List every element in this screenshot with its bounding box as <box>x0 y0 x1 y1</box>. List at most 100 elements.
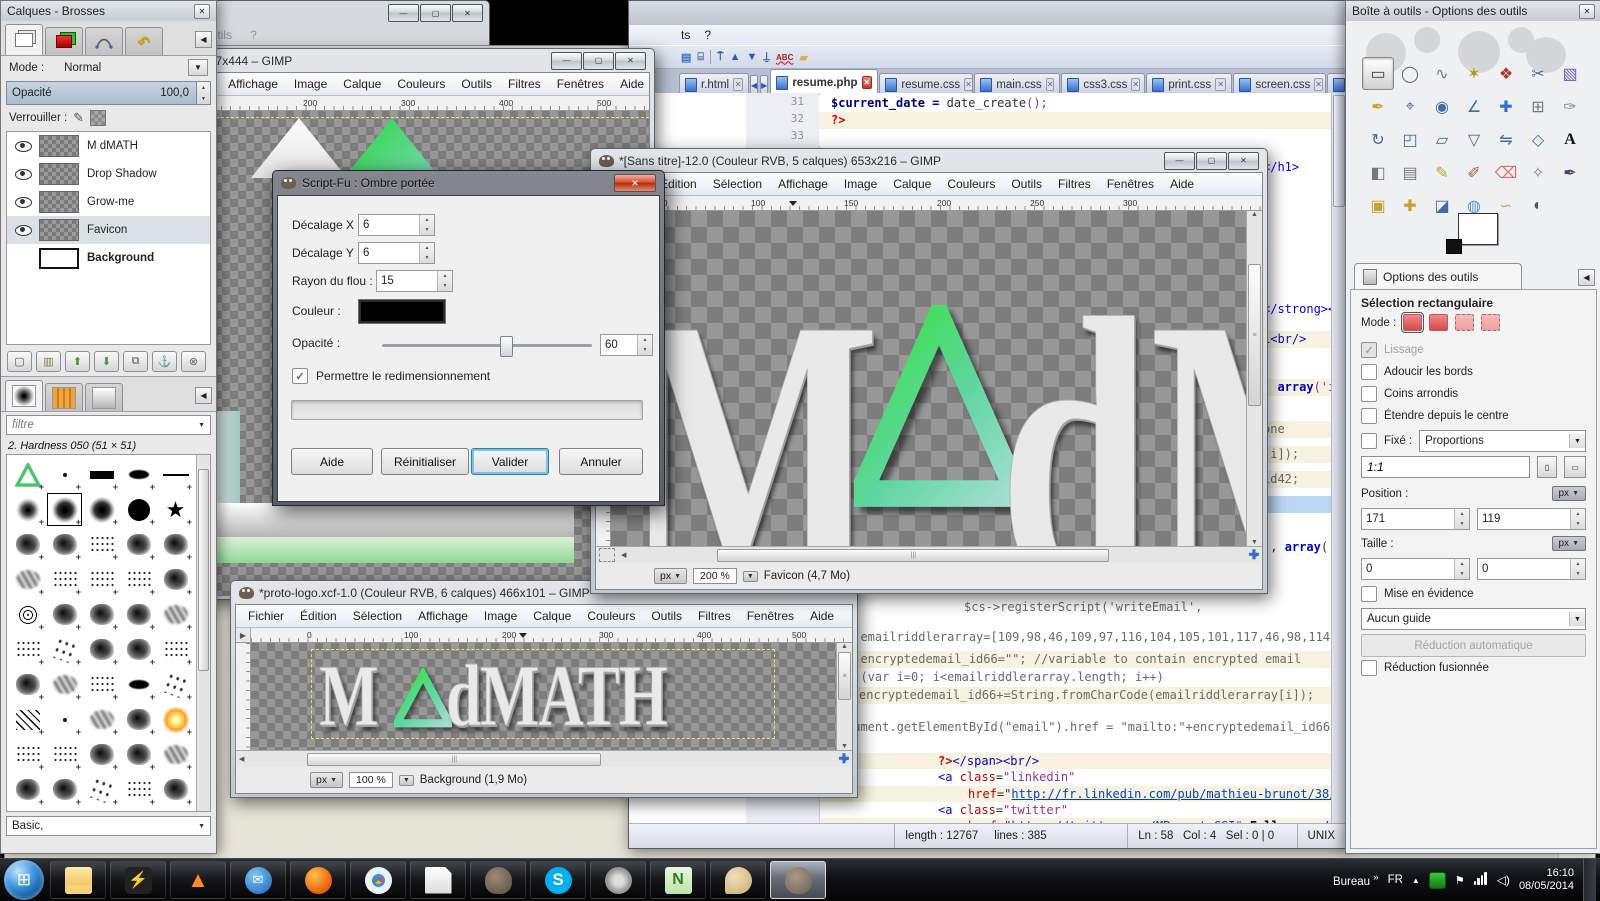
brush-smear-31[interactable] <box>46 667 83 702</box>
sans-titre-menu-image[interactable]: Image <box>836 175 885 193</box>
tab-main-css[interactable]: main.css✕ <box>974 73 1060 95</box>
gimp1-menu-image[interactable]: Image <box>286 75 335 93</box>
pan-icon[interactable]: ✚ <box>836 751 852 767</box>
brush-specks-40[interactable] <box>9 737 46 772</box>
brush-oval-33[interactable] <box>120 667 157 702</box>
proto-menu-outils[interactable]: Outils <box>643 607 690 625</box>
brush-noise-27[interactable] <box>83 632 120 667</box>
gimp1-menu-calque[interactable]: Calque <box>335 75 389 93</box>
sans-titre-menu-couleurs[interactable]: Couleurs <box>939 175 1003 193</box>
tool-ink[interactable]: ✒ <box>1554 156 1586 189</box>
cancel-button[interactable]: Annuler <box>559 448 643 475</box>
brush-star-9[interactable]: ★ <box>157 492 194 527</box>
tool-text[interactable]: A <box>1554 123 1586 156</box>
visibility-eye-icon[interactable] <box>15 197 32 208</box>
panel-close-button[interactable]: ✕ <box>194 4 210 19</box>
brush-soft2-7[interactable] <box>83 492 120 527</box>
tool-cage-transform[interactable]: ◇ <box>1522 123 1554 156</box>
tab-nav-right[interactable]: ▶ <box>760 75 768 95</box>
code-fragment[interactable]: </strong>< <box>1259 301 1337 318</box>
guide-dropdown[interactable]: Aucun guide▼ <box>1361 608 1586 630</box>
layer-row-drop-shadow[interactable]: Drop Shadow <box>7 160 210 188</box>
dock-menu-button[interactable]: ◀ <box>195 387 212 404</box>
brush-noise-11[interactable] <box>46 527 83 562</box>
code-line[interactable]: cument.getElementById("email").href = "m… <box>821 719 1333 736</box>
tool-color-picker[interactable]: ⌖ <box>1394 90 1426 123</box>
proto-menu-fichier[interactable]: Fichier <box>240 607 292 625</box>
proto-menu-couleurs[interactable]: Couleurs <box>579 607 643 625</box>
brush-specks-12[interactable] <box>83 527 120 562</box>
tab-r-html[interactable]: r.html✕ <box>679 73 749 95</box>
tool-measure[interactable]: ∠ <box>1458 90 1490 123</box>
chevron-icon[interactable]: » <box>1373 872 1378 883</box>
taskbar-winamp[interactable]: ⚡ <box>110 861 166 899</box>
brush-marks-34[interactable] <box>157 667 194 702</box>
layer-row-favicon[interactable]: Favicon <box>7 216 210 244</box>
sans-titre-horizontal-ruler[interactable]: 50100150200250300 <box>611 196 1262 210</box>
checkbox-adoucir-les-bords[interactable] <box>1361 364 1377 380</box>
brush-noise-42[interactable] <box>83 737 120 772</box>
brush-smear-44[interactable] <box>157 737 194 772</box>
gimp1-menu-affichage[interactable]: Affichage <box>220 75 286 93</box>
sans-titre-close-button[interactable]: ✕ <box>1228 152 1259 170</box>
brush-specks-18[interactable] <box>120 562 157 597</box>
size-unit-dropdown[interactable]: px▼ <box>1552 536 1587 551</box>
sans-titre-menu-fen-tres[interactable]: Fenêtres <box>1099 175 1162 193</box>
lock-paint-icon[interactable]: ✎ <box>73 110 84 126</box>
tab-resume-php[interactable]: resume.php✕ <box>770 69 878 95</box>
code-line[interactable]: $cs->registerScript('writeEmail', <box>821 599 1333 616</box>
position-unit-dropdown[interactable]: px▼ <box>1552 486 1587 501</box>
show-desktop-button[interactable] <box>1583 859 1596 901</box>
reset-button[interactable]: Réinitialiser <box>381 448 469 475</box>
visibility-eye-icon[interactable] <box>15 141 32 152</box>
brush-noise-10[interactable] <box>9 527 46 562</box>
brush-noise-49[interactable] <box>157 772 194 807</box>
gimp1-menu-outils[interactable]: Outils <box>453 75 500 93</box>
landscape-button[interactable]: ▭ <box>1564 456 1586 478</box>
sans-titre-menu-s-lection[interactable]: Sélection <box>705 175 770 193</box>
brush-specks-17[interactable] <box>83 562 120 597</box>
gimp1-menu-couleurs[interactable]: Couleurs <box>389 75 453 93</box>
firefox-minimize-button[interactable]: — <box>388 4 419 22</box>
brush-line-4[interactable] <box>157 457 194 492</box>
gimp1-minimize-button[interactable]: — <box>551 52 582 70</box>
code-line[interactable]: <a class="linkedin" <box>821 769 1333 786</box>
new-group-button[interactable]: ▥ <box>36 351 61 372</box>
code-line[interactable]: ?></span><br/> <box>821 753 1333 770</box>
firefox-menu-item[interactable]: ? <box>241 27 266 43</box>
brush-marks-47[interactable] <box>83 772 120 807</box>
toolbox-titlebar[interactable]: Boîte à outils - Options des outils ✕ <box>1346 1 1600 21</box>
fixed-checkbox[interactable] <box>1361 433 1377 449</box>
brush-smear-37[interactable] <box>83 702 120 737</box>
brush-noise-30[interactable] <box>9 667 46 702</box>
offset-y-spinner[interactable]: 6▲▼ <box>358 242 435 264</box>
brush-preset-dropdown[interactable]: Basic,▼ <box>6 816 211 836</box>
tool-ink-pen[interactable]: ✑ <box>1554 90 1586 123</box>
code-fragment[interactable] <box>1259 496 1337 513</box>
tool-dodge-burn[interactable]: ◐ <box>1522 189 1554 222</box>
proto-menu-dition[interactable]: Édition <box>292 607 345 625</box>
taskbar-thunderbird[interactable]: ✉ <box>230 861 286 899</box>
code-line[interactable]: ?> <box>819 112 1336 129</box>
tool-rotate[interactable]: ↻ <box>1362 123 1394 156</box>
size-y-spinner[interactable]: 0▲▼ <box>1477 558 1586 580</box>
brush-noise-51[interactable] <box>46 807 83 812</box>
proto-vertical-scrollbar[interactable]: ▲≡▼ <box>836 643 852 750</box>
sans-titre-titlebar[interactable]: *[Sans titre]-12.0 (Couleur RVB, 5 calqu… <box>595 149 1263 172</box>
tab-close-icon[interactable]: ✕ <box>964 78 973 91</box>
editor-menu-help[interactable]: ? <box>704 28 711 42</box>
brush-specks-16[interactable] <box>46 562 83 597</box>
taskbar-chrome[interactable] <box>350 861 406 899</box>
portrait-button[interactable]: ▯ <box>1537 456 1557 478</box>
brush-cells-20[interactable] <box>9 597 46 632</box>
checkbox-tendre-depuis-le-centre[interactable] <box>1361 408 1377 424</box>
brush-disc-8[interactable] <box>120 492 157 527</box>
taskbar-firefox[interactable] <box>290 861 346 899</box>
tool-clone[interactable]: ▣ <box>1362 189 1394 222</box>
position-y-spinner[interactable]: 119▲▼ <box>1477 508 1586 530</box>
tool-ellipse-select[interactable]: ◯ <box>1394 57 1426 90</box>
highlight-checkbox[interactable] <box>1361 586 1377 602</box>
tab-channels[interactable] <box>45 27 83 55</box>
tool-select-by-color[interactable]: ❖ <box>1490 57 1522 90</box>
position-x-spinner[interactable]: 171▲▼ <box>1361 508 1470 530</box>
